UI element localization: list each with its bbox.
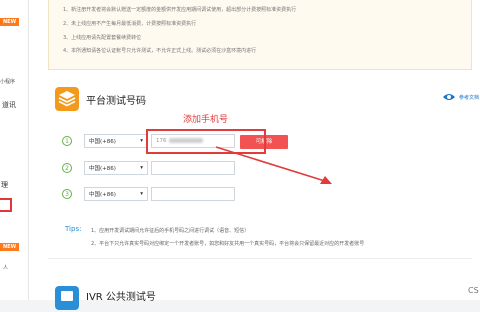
annotation-label: 添加手机号 xyxy=(183,115,229,125)
tip-line: 2、平台下只允许真实号码对应绑定一个开发者账号，如您和好友共用一个真实号码，平台… xyxy=(91,241,365,247)
country-code-select[interactable]: 中国(+86) ▾ xyxy=(84,161,148,175)
row-number-3: 3 xyxy=(62,189,72,199)
new-badge: NEW xyxy=(0,18,20,26)
eye-icon xyxy=(443,94,455,100)
chevron-down-icon: ▾ xyxy=(140,138,143,144)
new-badge-2: NEW xyxy=(0,243,20,251)
row-number-1: 1 xyxy=(62,136,72,146)
notice-line: 3、上线应用请先配置套餐续费转位 xyxy=(63,35,142,41)
help-label: 参考文档 xyxy=(459,94,480,101)
section-divider xyxy=(48,258,472,259)
section-title-platform: 平台测试号码 xyxy=(86,96,146,107)
sidebar-selected-indicator[interactable] xyxy=(0,198,12,212)
sidebar-item-communication[interactable]: 道讯 xyxy=(2,100,16,110)
sidebar-item-miniprogram[interactable]: 小程序 xyxy=(0,78,15,85)
corner-text: CS xyxy=(468,286,479,295)
country-code-value: 中国(+86) xyxy=(89,166,116,172)
country-code-select[interactable]: 中国(+86) ▾ xyxy=(84,187,148,201)
notice-line: 2、未上线应用不产生每月最低消费，计费按照标准资费执行 xyxy=(63,21,197,27)
notice-line: 1、新注册开发者将会默认赠送一定额度的金额供开发应用期间调试使用，超出部分计费按… xyxy=(63,7,297,13)
section-title-ivr: IVR 公共测试号 xyxy=(86,292,156,303)
country-code-value: 中国(+86) xyxy=(89,192,116,198)
sidebar: NEW 小程序 道讯 理 NEW 人 xyxy=(0,0,29,300)
tip-line: 1、应用开发调试期间允许征后的手机号码之间进行调试（语音、短信） xyxy=(91,228,250,234)
chevron-down-icon: ▾ xyxy=(140,191,143,197)
sidebar-item-manage[interactable]: 理 xyxy=(1,180,8,190)
country-code-select[interactable]: 中国(+86) ▾ xyxy=(84,134,148,148)
country-code-value: 中国(+86) xyxy=(89,139,116,145)
layers-icon xyxy=(55,87,79,111)
notice-box: 1、新注册开发者将会默认赠送一定额度的金额供开发应用期间调试使用，超出部分计费按… xyxy=(48,0,472,70)
tips-label: Tips: xyxy=(65,225,82,233)
annotation-arrow-icon xyxy=(215,146,332,184)
row-number-2: 2 xyxy=(62,163,72,173)
main-panel: 1、新注册开发者将会默认赠送一定额度的金额供开发应用期间调试使用，超出部分计费按… xyxy=(29,0,480,310)
help-link[interactable]: 参考文档 xyxy=(442,92,479,102)
notice-line: 4、本所通知请各位认证帐号只允许测试，不允许正式上线。测试必须在沙盒环境内进行 xyxy=(63,48,257,54)
phone-icon xyxy=(55,286,79,310)
sidebar-item-person[interactable]: 人 xyxy=(3,264,8,271)
chevron-down-icon: ▾ xyxy=(140,165,143,171)
